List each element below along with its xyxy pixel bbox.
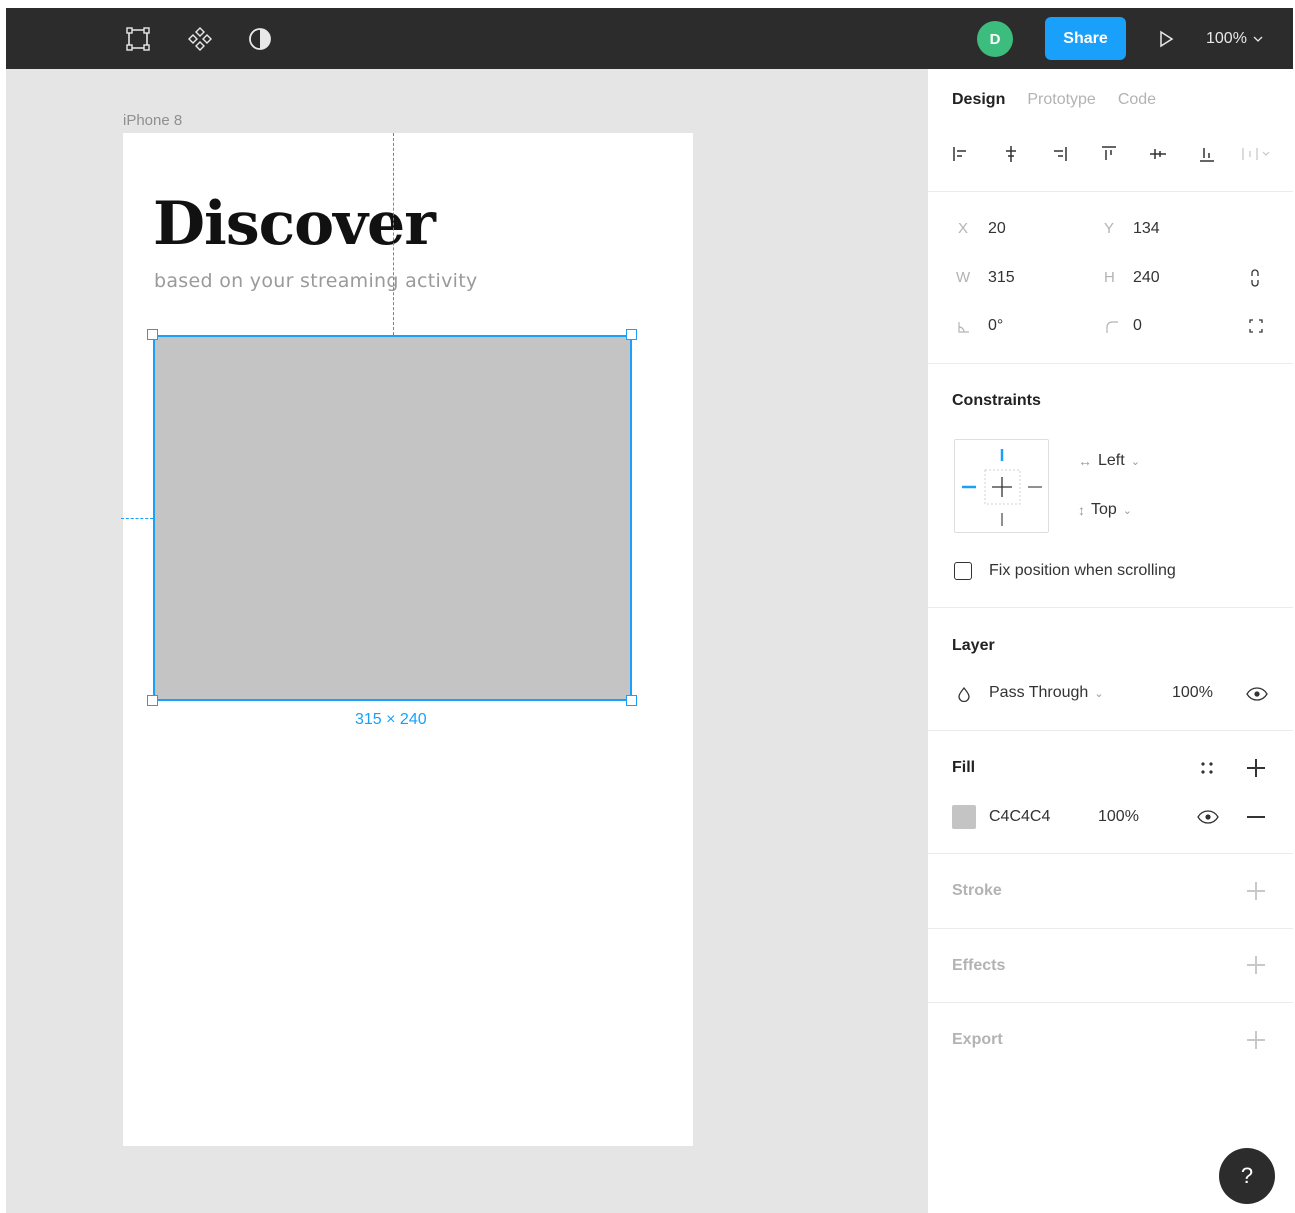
avatar[interactable]: D [977, 21, 1013, 57]
align-right-icon[interactable] [1042, 137, 1076, 171]
blend-mode-icon [958, 686, 970, 702]
frame-label[interactable]: iPhone 8 [123, 112, 182, 129]
chevron-down-icon [1253, 36, 1263, 42]
add-effect-plus-icon[interactable] [1246, 955, 1266, 975]
vertical-arrows-icon: ↕ [1078, 502, 1085, 518]
horizontal-arrows-icon: ↔ [1078, 453, 1092, 469]
top-toolbar: D Share 100% [6, 8, 1293, 69]
divider [928, 730, 1293, 731]
layer-opacity-field[interactable]: 100% [1172, 684, 1213, 702]
x-field[interactable]: 20 [988, 220, 1006, 238]
design-canvas[interactable]: iPhone 8 Discover based on your streamin… [6, 69, 928, 1213]
fill-visibility-eye-icon[interactable] [1197, 810, 1219, 824]
selected-rectangle[interactable] [153, 335, 632, 701]
resize-handle-bottom-right[interactable] [626, 695, 637, 706]
layer-title: Layer [952, 637, 995, 654]
independent-corners-icon[interactable] [1248, 318, 1264, 334]
add-export-plus-icon[interactable] [1246, 1030, 1266, 1050]
blend-mode-value: Pass Through [989, 684, 1089, 701]
page-subtitle[interactable]: based on your streaming activity [154, 270, 478, 292]
height-field[interactable]: 240 [1133, 269, 1160, 287]
align-left-icon[interactable] [944, 137, 978, 171]
chevron-down-icon: ⌄ [1122, 504, 1133, 517]
zoom-label: 100% [1206, 29, 1247, 47]
align-vertical-center-icon[interactable] [1141, 137, 1175, 171]
contrast-mask-icon[interactable] [240, 8, 280, 69]
divider [928, 928, 1293, 929]
divider [928, 191, 1293, 192]
w-label: W [956, 269, 971, 286]
divider [928, 1002, 1293, 1003]
vertical-constraint-select[interactable]: ↕ Top ⌄ [1078, 501, 1132, 519]
alignment-toolbar [944, 137, 1284, 171]
add-fill-plus-icon[interactable] [1246, 758, 1266, 778]
constrain-proportions-icon[interactable] [1248, 268, 1262, 288]
tab-code[interactable]: Code [1118, 91, 1156, 109]
constraint-widget[interactable] [954, 439, 1049, 533]
resize-handle-top-right[interactable] [626, 329, 637, 340]
horizontal-spacing-guide [121, 518, 153, 519]
width-field[interactable]: 315 [988, 269, 1015, 287]
stroke-title: Stroke [952, 882, 1002, 899]
divider [928, 853, 1293, 854]
tab-design[interactable]: Design [952, 91, 1005, 109]
distribute-dropdown-icon[interactable] [1234, 137, 1284, 171]
blend-mode-select[interactable]: Pass Through ⌄ [989, 684, 1104, 702]
properties-panel: Design Prototype Code X 20 Y 134 W 315 H… [928, 69, 1293, 1213]
selection-dimensions: 315 × 240 [355, 711, 427, 728]
effects-title: Effects [952, 957, 1006, 974]
align-top-icon[interactable] [1092, 137, 1126, 171]
x-label: X [958, 220, 969, 237]
resize-handle-bottom-left[interactable] [147, 695, 158, 706]
rotation-field[interactable]: 0° [988, 317, 1003, 335]
remove-fill-minus-icon[interactable] [1246, 807, 1266, 827]
fill-title: Fill [952, 759, 976, 776]
corner-radius-field[interactable]: 0 [1133, 317, 1142, 335]
rotation-icon [958, 322, 969, 333]
chevron-down-icon: ⌄ [1094, 687, 1104, 700]
component-tool-icon[interactable] [180, 8, 220, 69]
fill-opacity-field[interactable]: 100% [1098, 808, 1139, 826]
divider [928, 607, 1293, 608]
constraints-title: Constraints [952, 392, 1041, 409]
y-field[interactable]: 134 [1133, 220, 1160, 238]
help-button[interactable]: ? [1219, 1148, 1275, 1204]
horizontal-constraint-select[interactable]: ↔ Left ⌄ [1078, 452, 1140, 470]
share-button[interactable]: Share [1045, 17, 1126, 60]
fill-hex-field[interactable]: C4C4C4 [989, 808, 1050, 826]
align-horizontal-center-icon[interactable] [994, 137, 1028, 171]
corner-radius-icon [1106, 321, 1118, 333]
present-button[interactable] [1146, 8, 1186, 69]
y-label: Y [1104, 220, 1115, 237]
fix-position-checkbox[interactable] [954, 562, 972, 580]
divider [928, 363, 1293, 364]
align-bottom-icon[interactable] [1190, 137, 1224, 171]
vertical-constraint-value: Top [1091, 501, 1117, 518]
h-label: H [1104, 269, 1115, 286]
frame-tool-icon[interactable] [118, 8, 158, 69]
horizontal-constraint-value: Left [1098, 452, 1125, 469]
resize-handle-top-left[interactable] [147, 329, 158, 340]
fill-styles-grid-icon[interactable] [1199, 760, 1215, 776]
fill-color-swatch[interactable] [952, 805, 976, 829]
panel-tabs: Design Prototype Code [952, 91, 1156, 109]
fix-position-label: Fix position when scrolling [989, 562, 1176, 579]
layer-visibility-eye-icon[interactable] [1246, 687, 1268, 701]
chevron-down-icon: ⌄ [1130, 455, 1140, 468]
vertical-spacing-guide [393, 133, 394, 335]
tab-prototype[interactable]: Prototype [1027, 91, 1095, 109]
zoom-dropdown[interactable]: 100% [1206, 8, 1263, 69]
export-title: Export [952, 1031, 1003, 1048]
iphone-frame[interactable]: Discover based on your streaming activit… [121, 133, 693, 1146]
play-icon [1160, 30, 1174, 47]
add-stroke-plus-icon[interactable] [1246, 881, 1266, 901]
